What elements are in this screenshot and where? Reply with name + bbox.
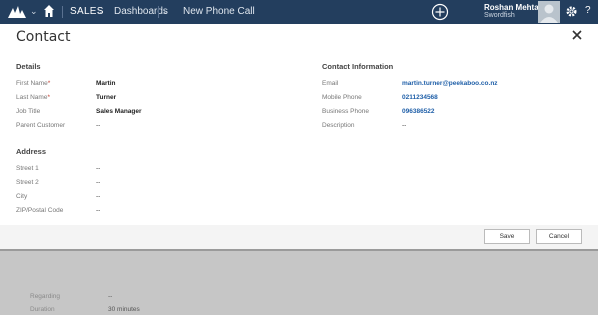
street1-label: Street 1: [16, 165, 39, 172]
help-icon[interactable]: ?: [585, 5, 591, 16]
street2-field[interactable]: --: [96, 179, 100, 186]
street2-label: Street 2: [16, 179, 39, 186]
zip-label: ZIP/Postal Code: [16, 207, 64, 214]
background-form-overlay: [0, 249, 598, 315]
regarding-field: --: [108, 293, 113, 300]
required-marker: *: [47, 80, 51, 87]
email-label: Email: [322, 80, 339, 87]
gear-icon[interactable]: [565, 5, 578, 18]
required-marker: *: [47, 94, 50, 101]
avatar[interactable]: [538, 1, 560, 23]
nav-separator: [62, 6, 63, 18]
address-heading: Address: [16, 147, 47, 156]
duration-label: Duration: [30, 306, 55, 313]
dashboards-chevron-icon[interactable]: ⌄: [162, 6, 170, 17]
mobile-phone-field[interactable]: 0211234568: [402, 94, 438, 101]
business-phone-field[interactable]: 096386522: [402, 108, 435, 115]
zip-field[interactable]: --: [96, 207, 100, 214]
contact-info-heading: Contact Information: [322, 62, 394, 71]
dynamics-logo-icon[interactable]: [8, 5, 26, 18]
city-label: City: [16, 193, 28, 200]
description-field[interactable]: --: [402, 122, 406, 129]
cancel-button[interactable]: Cancel: [536, 229, 582, 244]
sales-chevron-icon[interactable]: ⌄: [96, 6, 104, 17]
email-field[interactable]: martin.turner@peekaboo.co.nz: [402, 80, 498, 87]
description-label: Description: [322, 122, 355, 129]
first-name-label: First Name*: [16, 80, 51, 87]
mobile-phone-label: Mobile Phone: [322, 94, 362, 101]
details-heading: Details: [16, 62, 41, 71]
business-phone-label: Business Phone: [322, 108, 369, 115]
nav-menu-chevron-icon[interactable]: ⌄: [30, 6, 38, 17]
nav-separator: [158, 6, 159, 18]
job-title-label: Job Title: [16, 108, 41, 115]
user-name[interactable]: Roshan Mehta: [484, 3, 539, 12]
last-name-field[interactable]: Turner: [96, 94, 116, 101]
home-icon[interactable]: [44, 5, 54, 17]
first-name-field[interactable]: Martin: [96, 80, 116, 87]
regarding-label: Regarding: [30, 293, 60, 300]
nav-current-page[interactable]: New Phone Call: [183, 6, 255, 17]
save-button[interactable]: Save: [484, 229, 530, 244]
city-field[interactable]: --: [96, 193, 100, 200]
top-nav-bar: ⌄ SALES ⌄ Dashboards ⌄ New Phone Call Ro…: [0, 0, 598, 24]
parent-customer-field[interactable]: --: [96, 122, 100, 129]
nav-dashboards[interactable]: Dashboards: [114, 6, 168, 17]
duration-field: 30 minutes: [108, 306, 140, 313]
create-plus-icon[interactable]: [431, 3, 449, 21]
user-org: Swordfish: [484, 12, 515, 19]
dialog-title: Contact: [16, 29, 71, 45]
user-silhouette-icon: [540, 4, 558, 23]
parent-customer-label: Parent Customer: [16, 122, 66, 129]
street1-field[interactable]: --: [96, 165, 100, 172]
last-name-label: Last Name*: [16, 94, 50, 101]
close-icon[interactable]: [571, 29, 583, 41]
job-title-field[interactable]: Sales Manager: [96, 108, 142, 115]
